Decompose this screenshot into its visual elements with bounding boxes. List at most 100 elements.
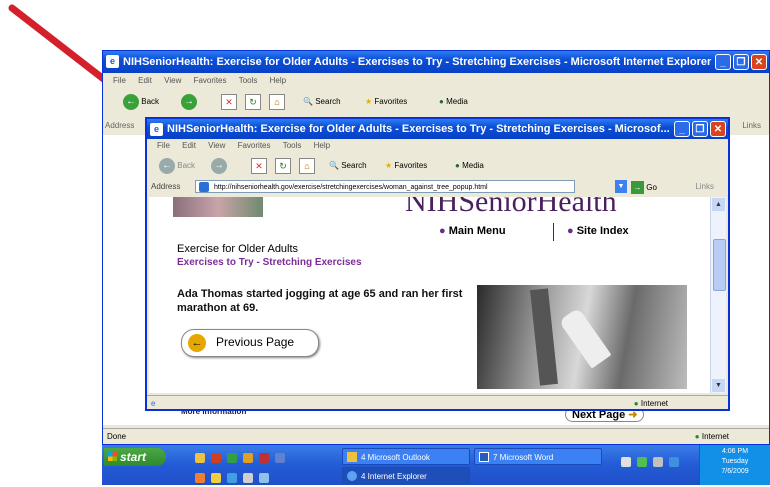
media-button[interactable]: ● Media — [455, 157, 484, 175]
background-window-title: NIHSeniorHealth: Exercise for Older Adul… — [123, 56, 712, 68]
photo-caption: Ada Thomas started jogging at age 65 and… — [177, 288, 463, 314]
clock-area[interactable]: 4:06 PM Tuesday 7/6/2009 — [699, 445, 770, 485]
back-button[interactable]: ← Back — [123, 93, 159, 111]
app-icon[interactable] — [211, 472, 221, 483]
refresh-button[interactable]: ↻ — [245, 93, 261, 111]
scroll-thumb[interactable] — [713, 239, 726, 291]
menu-favorites[interactable]: Favorites — [238, 141, 271, 150]
address-label: Address — [105, 121, 135, 130]
media-button[interactable]: ● Media — [439, 93, 468, 111]
site-index-link[interactable]: ● Site Index — [567, 225, 629, 237]
main-menu-link[interactable]: ● Main Menu — [439, 225, 506, 237]
scroll-up-icon[interactable]: ▲ — [712, 198, 725, 211]
popup-menu-bar: File Edit View Favorites Tools Help — [147, 139, 728, 153]
tray-icon[interactable] — [637, 456, 647, 467]
menu-view[interactable]: View — [164, 76, 181, 85]
page-icon — [199, 182, 209, 192]
quick-launch-top — [192, 449, 288, 467]
links-label[interactable]: Links — [695, 178, 714, 196]
menu-file[interactable]: File — [113, 76, 126, 85]
stop-button[interactable]: ✕ — [221, 93, 237, 111]
refresh-button[interactable]: ↻ — [275, 157, 291, 175]
app-icon[interactable] — [227, 452, 237, 463]
background-status-bar: Done ● Internet — [103, 428, 769, 444]
globe-icon: ● — [633, 399, 639, 408]
ie-icon — [347, 471, 357, 481]
maximize-icon[interactable]: ❐ — [733, 54, 749, 70]
menu-file[interactable]: File — [157, 141, 170, 150]
outlook-icon — [347, 452, 357, 462]
tray-icon[interactable] — [653, 456, 663, 467]
back-arrow-icon: ← — [188, 334, 206, 352]
address-dropdown-icon[interactable]: ▼ — [615, 180, 627, 193]
address-input[interactable]: http://nihseniorhealth.gov/exercise/stre… — [195, 180, 575, 193]
ie-icon: e — [106, 55, 119, 68]
search-button[interactable]: 🔍 Search — [303, 93, 341, 111]
popup-title-bar[interactable]: e NIHSeniorHealth: Exercise for Older Ad… — [147, 119, 728, 139]
background-title-bar[interactable]: e NIHSeniorHealth: Exercise for Older Ad… — [103, 51, 769, 73]
ie-icon: e — [150, 123, 163, 136]
close-icon[interactable]: ✕ — [710, 121, 726, 137]
back-arrow-icon: ← — [159, 157, 175, 174]
menu-tools[interactable]: Tools — [239, 76, 258, 85]
bullet-icon: ● — [567, 225, 574, 237]
background-menu-bar: File Edit View Favorites Tools Help — [103, 73, 769, 89]
search-button[interactable]: 🔍 Search — [329, 157, 367, 175]
popup-status-bar: e ● Internet — [147, 395, 728, 409]
nav-divider — [553, 223, 554, 241]
stop-button[interactable]: ✕ — [251, 157, 267, 175]
home-button[interactable]: ⌂ — [269, 93, 285, 111]
app-icon[interactable] — [195, 472, 205, 483]
scroll-down-icon[interactable]: ▼ — [712, 379, 725, 392]
menu-tools[interactable]: Tools — [283, 141, 302, 150]
back-arrow-icon: ← — [123, 93, 139, 110]
forward-arrow-icon: → — [181, 93, 197, 110]
menu-edit[interactable]: Edit — [138, 76, 152, 85]
go-button[interactable]: → Go — [631, 179, 657, 197]
page-icon: e — [151, 399, 156, 408]
favorites-button[interactable]: ★ Favorites — [365, 93, 407, 111]
status-zone: ● Internet — [694, 432, 729, 441]
app-icon[interactable] — [259, 472, 269, 483]
background-toolbar: ← Back → ✕ ↻ ⌂ 🔍 Search ★ Favorites ● Me… — [103, 89, 769, 115]
stop-icon: ✕ — [221, 93, 237, 110]
tray-icon[interactable] — [669, 456, 679, 467]
app-icon[interactable] — [195, 452, 205, 463]
menu-help[interactable]: Help — [270, 76, 286, 85]
favorites-button[interactable]: ★ Favorites — [385, 157, 427, 175]
app-icon[interactable] — [243, 452, 253, 463]
popup-ie-window: e NIHSeniorHealth: Exercise for Older Ad… — [145, 117, 730, 411]
home-button[interactable]: ⌂ — [299, 157, 315, 175]
app-icon[interactable] — [243, 472, 253, 483]
media-icon: ● — [455, 161, 460, 170]
close-icon[interactable]: ✕ — [751, 54, 767, 70]
start-button[interactable]: start — [104, 448, 166, 466]
task-word[interactable]: 7 Microsoft Word — [474, 448, 602, 465]
banner-photo-strip — [173, 197, 263, 217]
popup-address-row: Address http://nihseniorhealth.gov/exerc… — [147, 178, 728, 196]
app-icon[interactable] — [275, 452, 285, 463]
clock-day: Tuesday — [721, 458, 749, 465]
task-internet-explorer[interactable]: 4 Internet Explorer — [342, 467, 470, 484]
tray-icon[interactable] — [621, 456, 631, 467]
forward-button[interactable]: → — [211, 157, 227, 175]
previous-page-button[interactable]: ← Previous Page — [181, 329, 319, 357]
maximize-icon[interactable]: ❐ — [692, 121, 708, 137]
app-icon[interactable] — [259, 452, 269, 463]
app-icon[interactable] — [227, 472, 237, 483]
vertical-scrollbar[interactable]: ▲ ▼ — [710, 197, 726, 393]
menu-edit[interactable]: Edit — [182, 141, 196, 150]
menu-view[interactable]: View — [208, 141, 225, 150]
back-button[interactable]: ← Back — [159, 157, 195, 175]
stretching-woman-figure — [558, 307, 612, 369]
word-icon — [479, 452, 489, 462]
links-label[interactable]: Links — [742, 117, 761, 135]
page-subheading: Exercises to Try - Stretching Exercises — [177, 257, 362, 268]
minimize-icon[interactable]: _ — [674, 121, 690, 137]
minimize-icon[interactable]: _ — [715, 54, 731, 70]
app-icon[interactable] — [211, 452, 221, 463]
menu-help[interactable]: Help — [314, 141, 330, 150]
task-outlook[interactable]: 4 Microsoft Outlook — [342, 448, 470, 465]
forward-button[interactable]: → — [181, 93, 197, 111]
menu-favorites[interactable]: Favorites — [194, 76, 227, 85]
